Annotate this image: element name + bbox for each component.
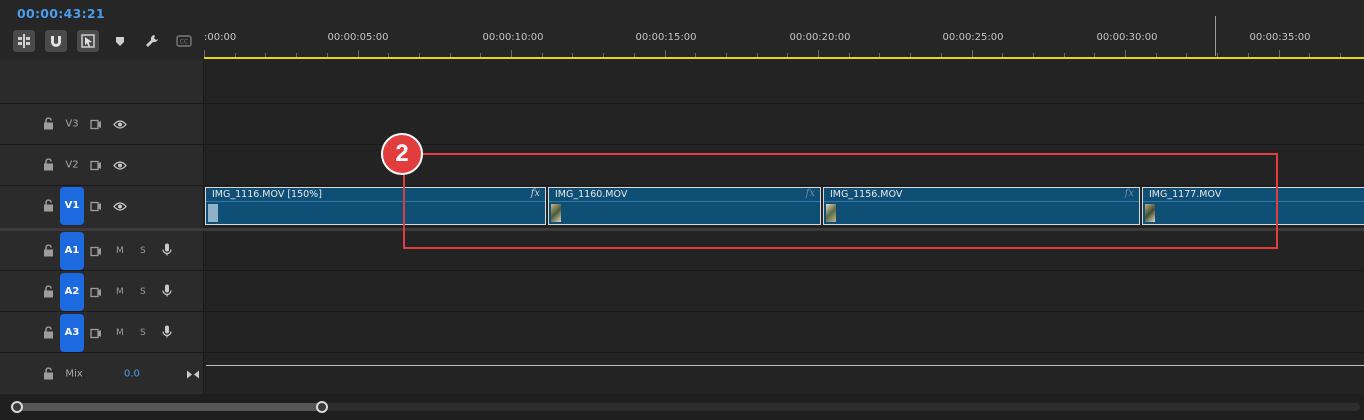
clip-title: IMG_1116.MOV [150%]	[212, 189, 322, 200]
track-target-a3[interactable]: A3	[60, 314, 84, 352]
snap-magnet-icon[interactable]	[45, 30, 67, 52]
work-area-bar[interactable]	[204, 57, 1364, 59]
timeline-header: 00:00:43:21 CC	[0, 0, 204, 60]
sync-lock-icon[interactable]	[90, 197, 102, 216]
solo-button[interactable]: S	[140, 328, 146, 338]
wrench-settings-icon[interactable]	[141, 30, 163, 52]
ruler-label: 00:00:35:00	[1249, 32, 1311, 43]
clip-thumbnail	[208, 204, 218, 222]
lock-icon[interactable]	[43, 283, 54, 302]
track-header-v3[interactable]: V3	[0, 104, 204, 144]
lock-icon[interactable]	[43, 324, 54, 343]
sync-lock-icon[interactable]	[90, 115, 102, 134]
ruler-label: 00:00:15:00	[635, 32, 697, 43]
playhead-line[interactable]	[1215, 16, 1216, 56]
microphone-icon[interactable]	[162, 283, 172, 302]
track-target-a1[interactable]: A1	[60, 232, 84, 270]
track-header-a3[interactable]: A3 M S	[0, 313, 204, 353]
mix-volume-line[interactable]	[206, 365, 1364, 366]
svg-text:CC: CC	[180, 39, 188, 46]
ruler-label: 00:00:20:00	[789, 32, 851, 43]
eye-icon[interactable]	[113, 115, 127, 134]
mix-volume-value[interactable]: 0.0	[124, 369, 140, 380]
track-header-a2[interactable]: A2 M S	[0, 272, 204, 312]
lock-icon[interactable]	[43, 197, 54, 216]
row-separator	[0, 103, 1364, 104]
ruler-label: 00:00:05:00	[327, 32, 389, 43]
sync-lock-icon[interactable]	[90, 156, 102, 175]
annotation-highlight-box	[403, 153, 1278, 249]
solo-button[interactable]: S	[140, 287, 146, 297]
mix-pan-icon[interactable]	[187, 365, 199, 384]
add-marker-icon[interactable]	[109, 30, 131, 52]
row-separator	[0, 270, 1364, 271]
sync-lock-icon[interactable]	[90, 242, 102, 261]
track-header-v2[interactable]: V2	[0, 145, 204, 185]
ruler-label: 00:00:10:00	[482, 32, 544, 43]
eye-icon[interactable]	[113, 156, 127, 175]
sync-lock-icon[interactable]	[90, 283, 102, 302]
track-header-a1[interactable]: A1 M S	[0, 231, 204, 271]
lock-icon[interactable]	[43, 365, 54, 384]
insert-nest-icon[interactable]	[13, 30, 35, 52]
track-header-mix[interactable]: Mix 0.0	[0, 354, 204, 394]
playhead-timecode[interactable]: 00:00:43:21	[17, 6, 105, 21]
time-ruler[interactable]: :00:00 00:00:05:00 00:00:10:00 00:00:15:…	[204, 0, 1364, 60]
eye-icon[interactable]	[113, 197, 127, 216]
captions-icon[interactable]: CC	[173, 30, 195, 52]
scrollbar-thumb[interactable]	[17, 403, 322, 411]
row-separator	[0, 352, 1364, 353]
mute-button[interactable]: M	[116, 287, 124, 297]
track-target-v1[interactable]: V1	[60, 187, 84, 225]
row-separator	[0, 311, 1364, 312]
sync-lock-icon[interactable]	[90, 324, 102, 343]
solo-button[interactable]: S	[140, 246, 146, 256]
microphone-icon[interactable]	[162, 324, 172, 343]
scrollbar-right-handle[interactable]	[316, 401, 328, 413]
mute-button[interactable]: M	[116, 246, 124, 256]
ruler-label: 00:00:25:00	[942, 32, 1004, 43]
track-name: V3	[65, 118, 79, 130]
microphone-icon[interactable]	[162, 242, 172, 261]
annotation-step-badge: 2	[381, 133, 423, 175]
ruler-label: 00:00:30:00	[1096, 32, 1158, 43]
zoom-scrollbar[interactable]	[0, 394, 1364, 420]
track-name: V2	[65, 159, 79, 171]
ruler-label: :00:00	[204, 32, 237, 43]
scrollbar-left-handle[interactable]	[11, 401, 23, 413]
track-target-a2[interactable]: A2	[60, 273, 84, 311]
lock-icon[interactable]	[43, 156, 54, 175]
mix-label: Mix	[65, 368, 83, 380]
track-header-v1[interactable]: V1	[0, 186, 204, 226]
mute-button[interactable]: M	[116, 328, 124, 338]
row-separator	[0, 144, 1364, 145]
lock-icon[interactable]	[43, 115, 54, 134]
linked-selection-icon[interactable]	[77, 30, 99, 52]
lock-icon[interactable]	[43, 242, 54, 261]
